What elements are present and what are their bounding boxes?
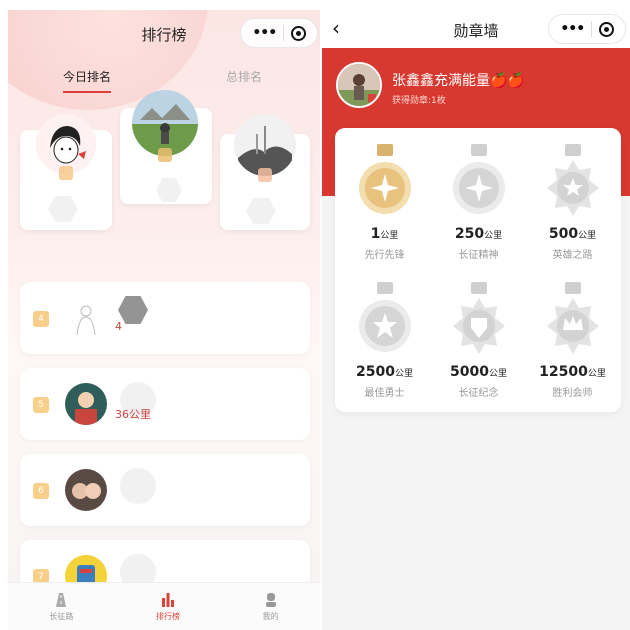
silver-crown-medal-icon bbox=[547, 282, 599, 354]
photo-avatar-icon bbox=[132, 90, 198, 156]
photo-avatar-icon bbox=[234, 114, 296, 176]
cartoon-avatar-icon bbox=[65, 383, 107, 425]
close-miniprogram-icon[interactable] bbox=[290, 25, 306, 41]
medal-name: 胜利会师 bbox=[552, 388, 593, 399]
medal-item[interactable]: 2500公里 最佳勇士 bbox=[337, 274, 432, 402]
capsule-divider bbox=[282, 25, 284, 41]
medal-name: 长征精神 bbox=[458, 250, 499, 261]
sketch-avatar-icon bbox=[65, 297, 107, 339]
avatar bbox=[65, 469, 107, 511]
tab-total-rank[interactable]: 总排名 bbox=[226, 68, 262, 85]
screenshot-root: 排行榜 ••• 今日排名 总排名 4 4 5 36公里 6 7 长征路 排行榜 … bbox=[0, 0, 630, 630]
medal-name: 先行先锋 bbox=[364, 250, 405, 261]
distance-label: 36公里 bbox=[115, 408, 151, 421]
user-icon bbox=[265, 592, 276, 607]
avatar bbox=[65, 297, 107, 339]
more-icon[interactable]: ••• bbox=[560, 21, 585, 37]
capsule-divider bbox=[590, 21, 592, 37]
avatar bbox=[132, 90, 198, 156]
medal-distance: 5000公里 bbox=[450, 364, 507, 380]
rank-number: 6 bbox=[33, 483, 49, 499]
medal-count: 获得勋章:1枚 bbox=[392, 96, 446, 106]
close-miniprogram-icon[interactable] bbox=[598, 21, 614, 37]
silver-star-medal-icon bbox=[359, 282, 411, 352]
tab-mine[interactable]: 我的 bbox=[263, 592, 279, 622]
list-item[interactable]: 5 36公里 bbox=[20, 368, 310, 440]
rank-badge bbox=[59, 166, 73, 180]
list-item[interactable]: 4 4 bbox=[20, 282, 310, 354]
medal-item[interactable]: 12500公里 胜利会师 bbox=[525, 274, 620, 402]
road-icon bbox=[56, 592, 67, 607]
avatar bbox=[336, 62, 382, 108]
cartoon-avatar-icon bbox=[36, 114, 96, 174]
medal-wall-screen: ‹ 勋章墙 ••• 张鑫鑫充满能量🍎🍎 获得勋章:1枚 1公里 先行先锋 250… bbox=[322, 10, 630, 630]
silver-shield-medal-icon bbox=[453, 282, 505, 354]
distance-label: 4 bbox=[115, 320, 122, 333]
rank-number: 4 bbox=[33, 311, 49, 327]
tab-today-rank[interactable]: 今日排名 bbox=[63, 68, 112, 93]
blurred-name bbox=[120, 468, 156, 504]
medal-distance: 250公里 bbox=[454, 226, 503, 242]
tab-label: 排行榜 bbox=[155, 611, 180, 621]
medal-name: 英雄之路 bbox=[552, 250, 593, 261]
avatar bbox=[234, 114, 296, 176]
tab-long-march-road[interactable]: 长征路 bbox=[49, 592, 73, 622]
medal-distance: 2500公里 bbox=[356, 364, 413, 380]
medal-name: 最佳勇士 bbox=[364, 388, 405, 399]
avatar bbox=[36, 114, 96, 174]
avatar bbox=[65, 383, 107, 425]
medal-item[interactable]: 1公里 先行先锋 bbox=[337, 136, 432, 264]
tab-label: 我的 bbox=[262, 611, 279, 621]
tab-label: 长征路 bbox=[49, 611, 74, 621]
rank-badge bbox=[258, 168, 272, 182]
silver-star-medal-icon bbox=[453, 144, 505, 214]
medal-name: 长征纪念 bbox=[458, 388, 499, 399]
bar-chart-icon bbox=[161, 592, 174, 607]
miniprogram-capsule: ••• bbox=[240, 18, 318, 48]
rank-number: 5 bbox=[33, 397, 49, 413]
photo-avatar-icon bbox=[65, 469, 107, 511]
bottom-tab-bar: 长征路 排行榜 我的 bbox=[8, 582, 320, 630]
miniprogram-capsule: ••• bbox=[548, 14, 626, 44]
rank-badge bbox=[158, 148, 172, 162]
medal-distance: 12500公里 bbox=[539, 364, 606, 380]
leaderboard-screen: 排行榜 ••• 今日排名 总排名 4 4 5 36公里 6 7 长征路 排行榜 … bbox=[8, 10, 320, 630]
medal-distance: 1公里 bbox=[370, 226, 399, 242]
medal-distance: 500公里 bbox=[548, 226, 597, 242]
list-item[interactable]: 6 bbox=[20, 454, 310, 526]
tab-leaderboard[interactable]: 排行榜 bbox=[156, 592, 180, 622]
more-icon[interactable]: ••• bbox=[252, 25, 277, 41]
blurred-name bbox=[118, 296, 148, 324]
medal-item[interactable]: 5000公里 长征纪念 bbox=[431, 274, 526, 402]
user-name: 张鑫鑫充满能量🍎🍎 bbox=[392, 73, 525, 89]
gold-star-medal-icon bbox=[359, 144, 411, 214]
medal-item[interactable]: 500公里 英雄之路 bbox=[525, 136, 620, 264]
medal-grid: 1公里 先行先锋 250公里 长征精神 500公里 英雄之路 2500公里 最佳… bbox=[335, 128, 621, 412]
medal-item[interactable]: 250公里 长征精神 bbox=[431, 136, 526, 264]
photo-avatar-icon bbox=[338, 64, 380, 106]
silver-burst-medal-icon bbox=[547, 144, 599, 216]
